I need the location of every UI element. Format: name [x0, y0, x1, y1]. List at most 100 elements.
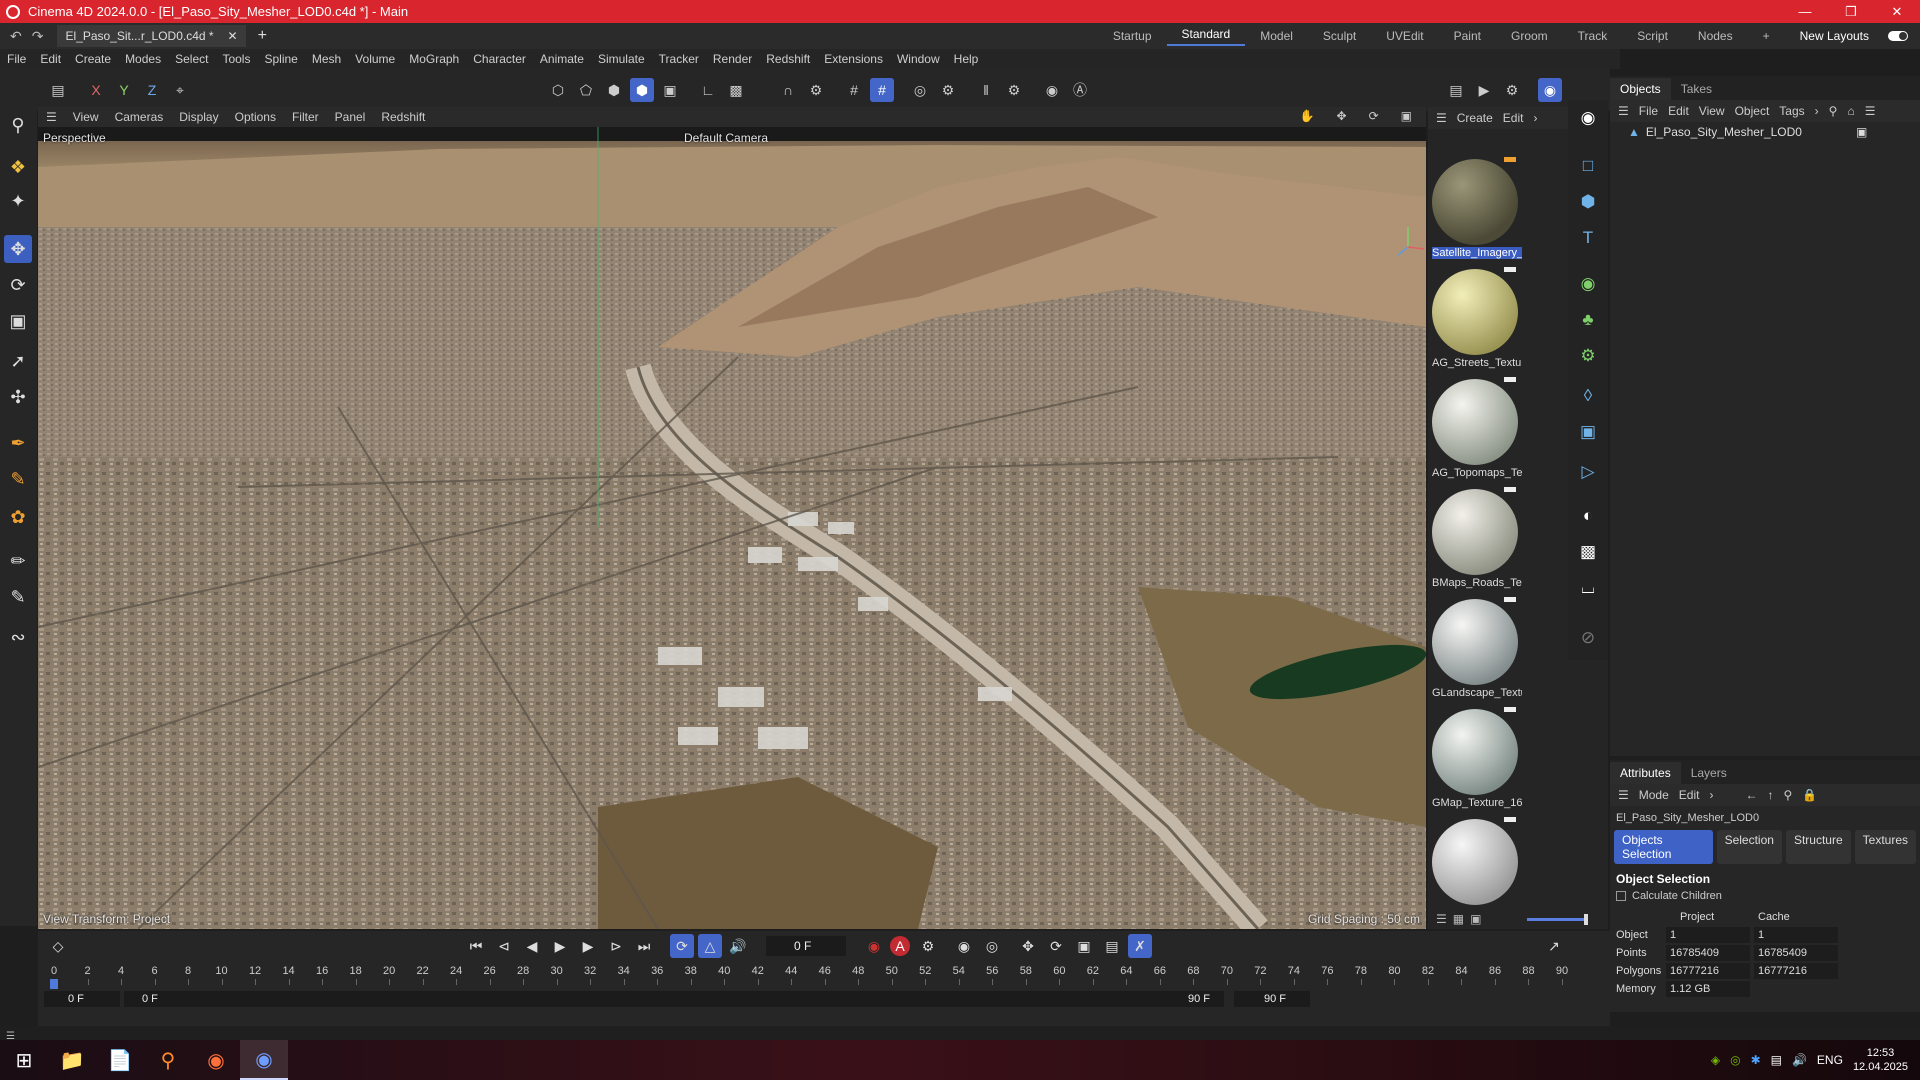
auto-keying-icon[interactable]: Ⓐ — [1068, 78, 1092, 102]
preview-range-bar[interactable]: 0 F — [124, 991, 1224, 1007]
cinema4d-taskbar-icon[interactable]: ◉ — [240, 1040, 288, 1080]
model-mode-icon[interactable]: ⬢ — [630, 78, 654, 102]
menu-character[interactable]: Character — [466, 52, 533, 66]
autokey-icon[interactable]: A — [890, 936, 910, 956]
material-ag-streets[interactable]: AG_Streets_Textur — [1430, 265, 1522, 373]
sync-icon[interactable]: ◎ — [1730, 1053, 1740, 1067]
render-view-icon[interactable]: ▶ — [1472, 78, 1496, 102]
axis-mode-icon[interactable]: ∟ — [696, 78, 720, 102]
layout-groom[interactable]: Groom — [1496, 29, 1563, 43]
lock-icon[interactable]: 🔒 — [1802, 788, 1817, 802]
layout-startup[interactable]: Startup — [1098, 29, 1167, 43]
brush-icon[interactable]: ✏ — [4, 547, 32, 575]
cube-icon[interactable]: ⬢ — [1574, 188, 1602, 216]
keyframe-settings-icon[interactable]: ⚙ — [916, 934, 940, 958]
list-view-icon[interactable]: ☰ — [1436, 912, 1447, 926]
knife-tool-icon[interactable]: ✣ — [4, 383, 32, 411]
material-bmaps-roads[interactable]: BMaps_Roads_Tex — [1430, 485, 1522, 593]
menu-spline[interactable]: Spline — [257, 52, 304, 66]
material-unnamed[interactable] — [1430, 815, 1520, 923]
material-ag-topomaps[interactable]: AG_Topomaps_Te: — [1430, 375, 1522, 483]
menu-help[interactable]: Help — [947, 52, 986, 66]
field-icon[interactable]: ▣ — [1574, 418, 1602, 446]
next-frame-icon[interactable]: ▶ — [576, 934, 600, 958]
layout-model[interactable]: Model — [1245, 29, 1308, 43]
current-frame-field[interactable]: 0 F — [766, 936, 846, 956]
large-view-icon[interactable]: ▣ — [1470, 912, 1481, 926]
attributes-menu-mode[interactable]: Mode — [1639, 788, 1669, 802]
menu-render[interactable]: Render — [706, 52, 759, 66]
effector-icon[interactable]: ⚙ — [1574, 342, 1602, 370]
move-tool-icon[interactable]: ✥ — [4, 235, 32, 263]
home-icon[interactable]: ⌂ — [1847, 104, 1854, 118]
previous-key-icon[interactable]: ⊲ — [492, 934, 516, 958]
range-start-field[interactable]: 0 F — [44, 991, 120, 1007]
key-selection-icon[interactable]: ◎ — [980, 934, 1004, 958]
windows-start-icon[interactable]: ⊞ — [0, 1040, 48, 1080]
scene-icon[interactable]: ▷ — [1574, 458, 1602, 486]
menu-tracker[interactable]: Tracker — [652, 52, 706, 66]
maximize-view-icon[interactable]: ▣ — [1393, 109, 1420, 123]
firefox-icon[interactable]: ◉ — [192, 1040, 240, 1080]
minimize-icon[interactable]: — — [1782, 0, 1828, 23]
menu-create[interactable]: Create — [68, 52, 118, 66]
loop-icon[interactable]: ⟳ — [670, 934, 694, 958]
viewport-menu-panel[interactable]: Panel — [327, 110, 374, 124]
layout-uvedit[interactable]: UVEdit — [1371, 29, 1438, 43]
layout-paint[interactable]: Paint — [1439, 29, 1496, 43]
up-arrow-icon[interactable]: ↑ — [1767, 788, 1773, 802]
rotate-tool-icon[interactable]: ⟳ — [4, 271, 32, 299]
layout-sculpt[interactable]: Sculpt — [1308, 29, 1371, 43]
object-row[interactable]: ▲ El_Paso_Sity_Mesher_LOD0 ▣ — [1610, 122, 1920, 142]
menu-edit[interactable]: Edit — [33, 52, 68, 66]
camera-label[interactable]: Default Camera — [684, 131, 768, 145]
objects-menu-edit[interactable]: Edit — [1668, 104, 1689, 118]
viewport-menu-filter[interactable]: Filter — [284, 110, 327, 124]
menu-animate[interactable]: Animate — [533, 52, 591, 66]
record-keyframes-icon[interactable]: ◉ — [862, 934, 886, 958]
material-menu-create[interactable]: Create — [1457, 111, 1493, 125]
redo-icon[interactable]: ↷ — [32, 28, 44, 45]
document-tab[interactable]: El_Paso_Sit...r_LOD0.c4d * ✕ — [57, 25, 246, 47]
orbit-icon[interactable]: ⟳ — [1361, 109, 1387, 123]
keyframe-icon[interactable]: ◇ — [46, 934, 70, 958]
chevron-right-icon[interactable]: › — [1815, 104, 1819, 118]
material-menu-edit[interactable]: Edit — [1503, 111, 1524, 125]
thumbnail-size-slider[interactable] — [1527, 913, 1589, 925]
scale-tool-icon[interactable]: ▣ — [4, 307, 32, 335]
viewport-hamburger-icon[interactable]: ☰ — [38, 110, 65, 124]
parameter-key-icon[interactable]: ▤ — [1100, 934, 1124, 958]
back-arrow-icon[interactable]: ← — [1745, 788, 1757, 802]
position-key-icon[interactable]: ✥ — [1016, 934, 1040, 958]
viewport-menu-redshift[interactable]: Redshift — [373, 110, 433, 124]
material-glandscape[interactable]: GLandscape_Textu — [1430, 595, 1522, 703]
text-icon[interactable]: T — [1574, 224, 1602, 252]
live-selection-icon[interactable]: ❖ — [4, 153, 32, 181]
move-view-icon[interactable]: ✥ — [1329, 109, 1355, 123]
scale-key-icon[interactable]: ▣ — [1072, 934, 1096, 958]
chevron-right-icon[interactable]: › — [1533, 111, 1537, 125]
selection-options-icon[interactable]: ✦ — [4, 187, 32, 215]
calculate-children-checkbox[interactable] — [1616, 891, 1626, 901]
symmetry-icon[interactable]: ‖ — [974, 78, 998, 102]
rotation-key-icon[interactable]: ⟳ — [1044, 934, 1068, 958]
previous-frame-icon[interactable]: ◀ — [520, 934, 544, 958]
volume-icon[interactable]: 🔊 — [1792, 1053, 1807, 1067]
grid-view-icon[interactable]: ▦ — [1453, 912, 1464, 926]
cloner-icon[interactable]: ♣ — [1574, 306, 1602, 334]
menu-file[interactable]: File — [0, 52, 33, 66]
coordinate-system-icon[interactable]: ⌖ — [168, 78, 192, 102]
menu-mesh[interactable]: Mesh — [305, 52, 348, 66]
attributes-hamburger-icon[interactable]: ☰ — [1618, 788, 1629, 802]
menu-modes[interactable]: Modes — [118, 52, 168, 66]
menu-redshift[interactable]: Redshift — [759, 52, 817, 66]
objects-menu-file[interactable]: File — [1639, 104, 1658, 118]
layout-standard[interactable]: Standard — [1166, 27, 1246, 46]
transform-tool-icon[interactable]: ➚ — [4, 347, 32, 375]
curve-editor-icon[interactable]: ↗ — [1542, 934, 1566, 958]
viewport-menu-view[interactable]: View — [65, 110, 107, 124]
pla-key-icon[interactable]: ✗ — [1128, 934, 1152, 958]
magnet-icon[interactable]: ∩ — [776, 78, 800, 102]
tab-attributes[interactable]: Attributes — [1610, 762, 1681, 784]
language-indicator[interactable]: ENG — [1817, 1053, 1843, 1067]
